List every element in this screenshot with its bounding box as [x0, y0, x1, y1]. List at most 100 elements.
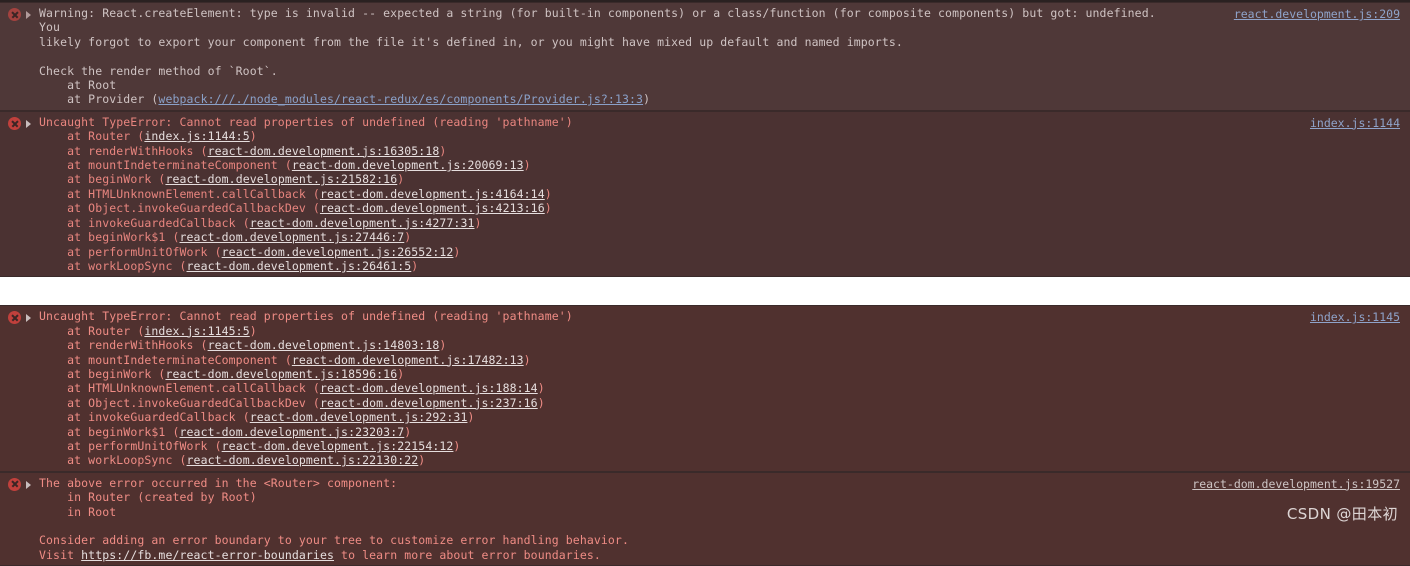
log-text: Uncaught TypeError: Cannot read properti… [39, 114, 573, 129]
source-location-link[interactable]: react-dom.development.js:4164:14 [320, 187, 545, 201]
log-text: at invokeGuardedCallback ( [39, 215, 250, 230]
log-text: Visit [39, 547, 82, 562]
log-text: ) [537, 395, 545, 410]
log-text: ) [439, 143, 447, 158]
source-location-link[interactable]: react-dom.development.js:237:16 [320, 396, 538, 410]
csdn-watermark: CSDN @田本初 [1286, 505, 1398, 523]
devtools-console-panel: Warning: React.createElement: type is in… [0, 0, 1410, 566]
log-text: at workLoopSync ( [39, 258, 187, 273]
log-text: ) [453, 438, 461, 453]
entry-content: Uncaught TypeError: Cannot read properti… [0, 115, 1410, 273]
disclosure-triangle-icon[interactable] [26, 476, 39, 489]
source-location-link[interactable]: react-dom.development.js:23203:7 [180, 425, 405, 439]
log-text: at workLoopSync ( [39, 453, 187, 468]
log-text: likely forgot to export your component f… [39, 34, 903, 49]
log-text: ) [467, 410, 475, 425]
log-text: at renderWithHooks ( [39, 338, 208, 353]
log-text: at beginWork$1 ( [39, 424, 180, 439]
entry-uncaught-typeerror-1145[interactable]: Uncaught TypeError: Cannot read properti… [0, 305, 1410, 472]
source-location-link[interactable]: react-dom.development.js:18596:16 [165, 367, 397, 381]
log-text: ) [249, 129, 257, 144]
error-circle-icon [8, 116, 21, 130]
source-location-link[interactable]: react-dom.development.js:17482:13 [292, 353, 524, 367]
source-location-link[interactable]: react-dom.development.js:27446:7 [180, 230, 405, 244]
source-location-link[interactable]: index.js:1145:5 [144, 324, 249, 338]
source-location-link[interactable]: react-dom.development.js:20069:13 [292, 158, 524, 172]
entry-origin-link[interactable]: react.development.js:209 [1234, 7, 1400, 21]
source-location-link[interactable]: index.js:1144:5 [144, 129, 249, 143]
log-text: to learn more about error boundaries. [334, 547, 601, 562]
log-text: at HTMLUnknownElement.callCallback ( [39, 186, 320, 201]
log-text: at performUnitOfWork ( [39, 438, 222, 453]
log-text: at Object.invokeGuardedCallbackDev ( [39, 201, 320, 216]
source-location-link[interactable]: react-dom.development.js:26552:12 [222, 245, 454, 259]
source-location-link[interactable]: react-dom.development.js:22154:12 [222, 439, 454, 453]
log-message: Warning: React.createElement: type is in… [39, 6, 1410, 107]
entry-above-error-router[interactable]: The above error occurred in the <Router>… [0, 471, 1410, 566]
log-text: at HTMLUnknownElement.callCallback ( [39, 381, 320, 396]
entry-content: Uncaught TypeError: Cannot read properti… [0, 309, 1410, 467]
log-text: at beginWork ( [39, 172, 166, 187]
log-text: Check the render method of `Root`. [39, 63, 278, 78]
log-text: ) [249, 323, 257, 338]
disclosure-triangle-icon[interactable] [26, 6, 39, 19]
log-text: at Router ( [39, 129, 145, 144]
log-text: in Root [39, 504, 117, 519]
log-text: ) [411, 258, 419, 273]
entry-origin-link[interactable]: index.js:1145 [1310, 310, 1400, 324]
entry-content: Warning: React.createElement: type is in… [0, 6, 1410, 107]
log-text: at beginWork$1 ( [39, 230, 180, 245]
disclosure-triangle-icon[interactable] [26, 309, 39, 323]
log-text: ) [453, 244, 461, 259]
log-text: ) [404, 230, 412, 245]
source-location-link[interactable]: react-dom.development.js:292:31 [250, 410, 468, 424]
log-text: at Root [39, 78, 117, 93]
log-text: Uncaught TypeError: Cannot read properti… [39, 309, 573, 324]
source-location-link[interactable]: react-dom.development.js:16305:18 [208, 144, 440, 158]
error-circle-icon [8, 8, 21, 21]
console-group-1: Warning: React.createElement: type is in… [0, 0, 1410, 278]
source-location-link[interactable]: https://fb.me/react-error-boundaries [81, 548, 334, 562]
source-location-link[interactable]: react-dom.development.js:21582:16 [165, 172, 397, 186]
log-text: at mountIndeterminateComponent ( [39, 158, 292, 173]
disclosure-triangle-icon[interactable] [26, 115, 39, 128]
source-location-link[interactable]: react-dom.development.js:14803:18 [208, 338, 440, 352]
console-group-2: Uncaught TypeError: Cannot read properti… [0, 305, 1410, 566]
console-group-separator [0, 277, 1410, 306]
log-text: ) [474, 215, 482, 230]
entry-origin-link[interactable]: index.js:1144 [1310, 116, 1400, 130]
log-text: ) [523, 158, 531, 173]
entry-icon-slot [8, 309, 26, 325]
log-text: at Router ( [39, 323, 145, 338]
log-message: Uncaught TypeError: Cannot read properti… [39, 309, 1410, 467]
source-location-link[interactable]: react-dom.development.js:26461:5 [187, 259, 412, 273]
log-text: ) [544, 186, 552, 201]
source-location-link[interactable]: react-dom.development.js:22130:22 [187, 453, 419, 467]
log-text: at performUnitOfWork ( [39, 244, 222, 259]
log-text: Warning: React.createElement: type is in… [39, 6, 1163, 35]
log-text: ) [397, 366, 405, 381]
log-text: The above error occurred in the <Router>… [39, 475, 398, 490]
log-text: ) [439, 338, 447, 353]
entry-icon-slot [8, 476, 26, 491]
source-location-link[interactable]: webpack:///./node_modules/react-redux/es… [158, 92, 643, 106]
log-text: in Router (created by Root) [39, 490, 257, 505]
log-text: ) [404, 424, 412, 439]
entry-origin-link[interactable]: react-dom.development.js:19527 [1192, 477, 1400, 491]
error-circle-icon [8, 311, 21, 325]
error-circle-icon [8, 477, 21, 491]
source-location-link[interactable]: react-dom.development.js:4277:31 [250, 216, 475, 230]
entry-uncaught-typeerror-1144[interactable]: Uncaught TypeError: Cannot read properti… [0, 110, 1410, 278]
entry-icon-slot [8, 6, 26, 21]
log-text: at renderWithHooks ( [39, 143, 208, 158]
source-location-link[interactable]: react-dom.development.js:4213:16 [320, 201, 545, 215]
log-text: at beginWork ( [39, 366, 166, 381]
source-location-link[interactable]: react-dom.development.js:188:14 [320, 381, 538, 395]
entry-warning-createelement[interactable]: Warning: React.createElement: type is in… [0, 2, 1410, 111]
log-text: at invokeGuardedCallback ( [39, 410, 250, 425]
log-text: ) [643, 92, 651, 107]
log-text: ) [544, 201, 552, 216]
log-text: at mountIndeterminateComponent ( [39, 352, 292, 367]
log-message: Uncaught TypeError: Cannot read properti… [39, 115, 1410, 273]
log-text: ) [397, 172, 405, 187]
